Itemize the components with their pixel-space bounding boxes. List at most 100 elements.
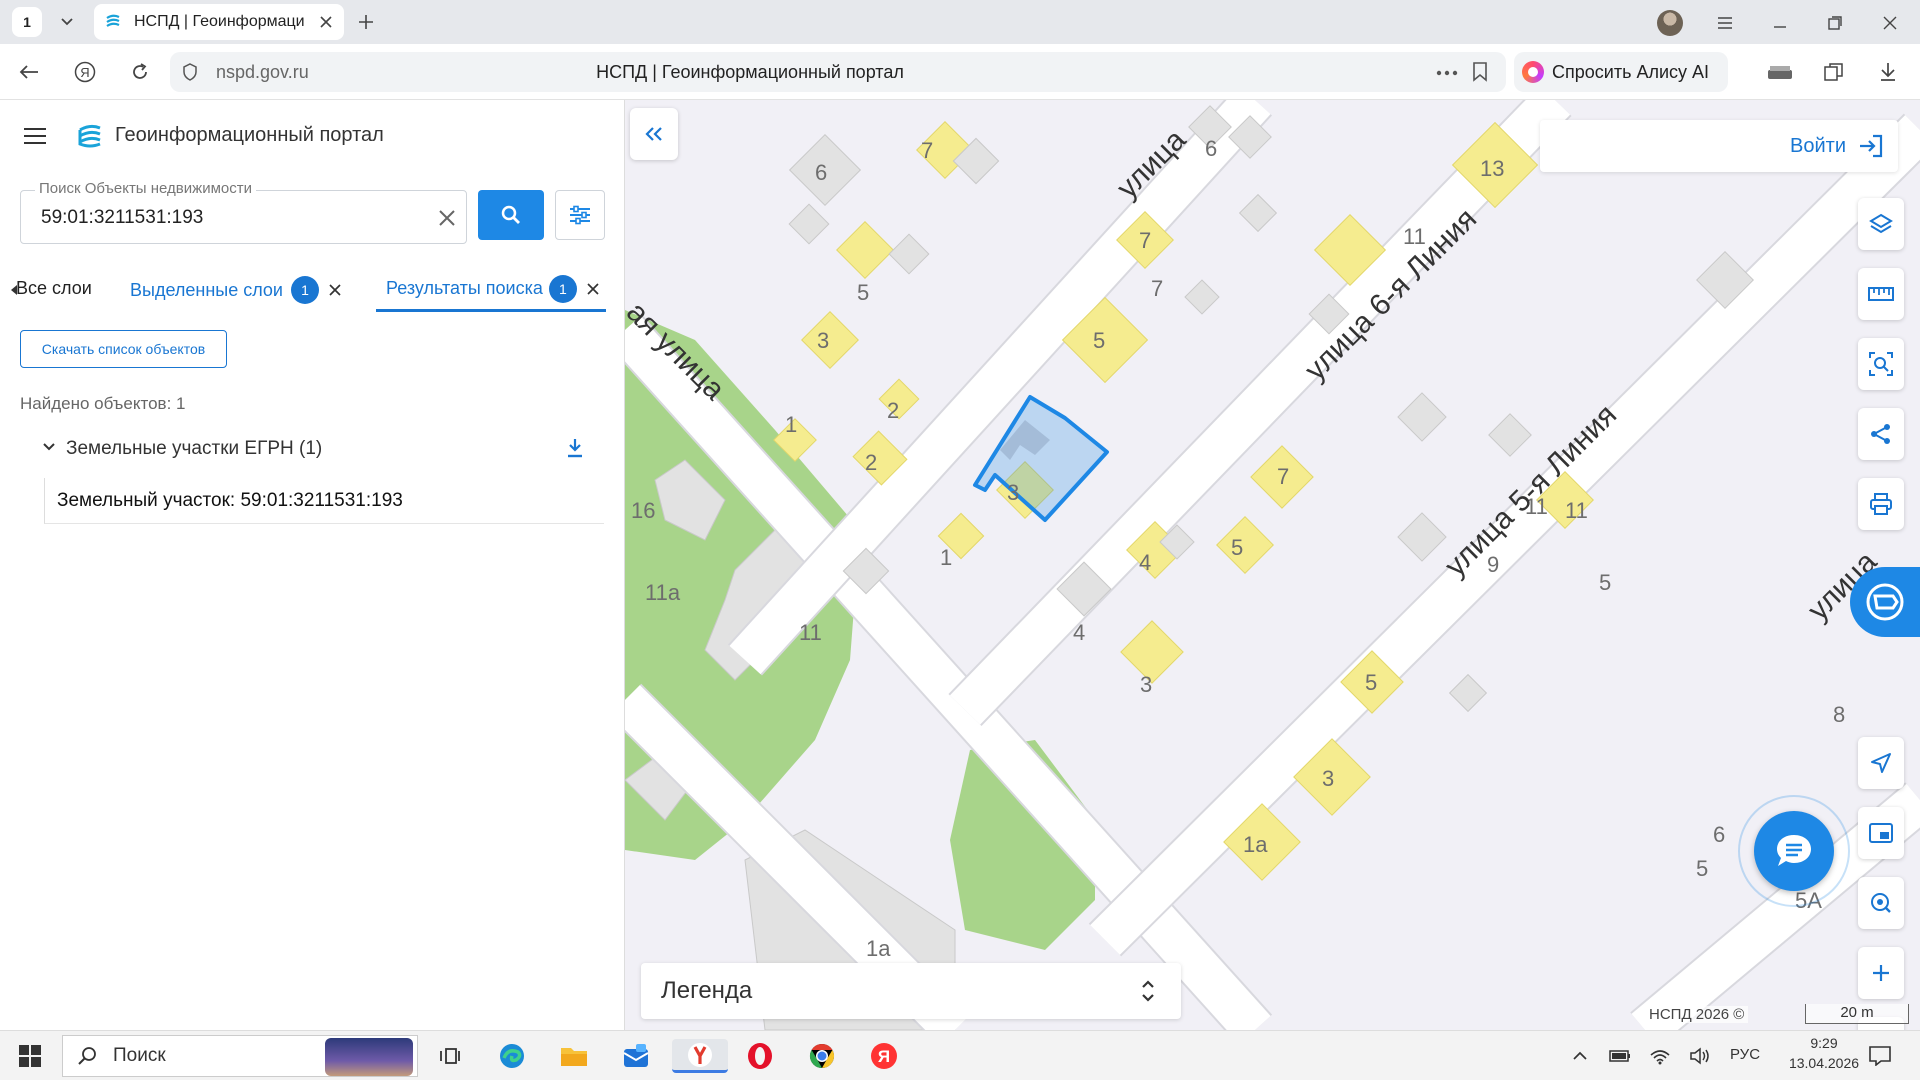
- collapse-panel-button[interactable]: [630, 108, 678, 160]
- house-number: 1: [785, 412, 797, 437]
- opera-icon: [748, 1043, 772, 1069]
- close-tab-icon[interactable]: [320, 16, 332, 28]
- expand-collapse-icon[interactable]: [1141, 977, 1155, 1005]
- tab-all-layers[interactable]: Все слои: [0, 268, 100, 312]
- found-count: Найдено объектов: 1: [20, 394, 186, 413]
- house-number: 5: [1231, 535, 1243, 560]
- search-filters-button[interactable]: [555, 190, 605, 240]
- more-icon[interactable]: [1436, 70, 1458, 76]
- map-view[interactable]: 7 6 6 7 11 13 5 5 3 1 2 2 3 1 7 5 7 5 4 …: [625, 100, 1920, 1030]
- page-title: НСПД | Геоинформационный портал: [596, 62, 904, 82]
- reload-icon[interactable]: [125, 58, 155, 86]
- house-number: 1: [940, 545, 952, 570]
- show-hidden-icons[interactable]: [1566, 1039, 1594, 1073]
- taskbar-chrome[interactable]: [804, 1039, 840, 1073]
- browser-menu-icon[interactable]: [1712, 10, 1738, 36]
- house-number: 4: [1139, 550, 1151, 575]
- filter-sliders-icon: [570, 205, 590, 225]
- taskbar-search[interactable]: Поиск: [62, 1035, 418, 1077]
- svg-text:Я: Я: [80, 65, 89, 80]
- taskbar-mail[interactable]: [618, 1039, 654, 1073]
- download-list-button[interactable]: Скачать список объектов: [20, 330, 227, 368]
- geo-search-button[interactable]: [1858, 877, 1904, 929]
- feedback-button[interactable]: [1850, 567, 1920, 637]
- taskbar-explorer[interactable]: [556, 1039, 592, 1073]
- close-selected-layers-icon[interactable]: [329, 284, 341, 296]
- house-number: 7: [921, 138, 933, 163]
- share-button[interactable]: [1858, 408, 1904, 460]
- locate-button[interactable]: [1858, 737, 1904, 789]
- profile-avatar[interactable]: [1657, 10, 1683, 36]
- yandex-browser-icon: [688, 1042, 712, 1067]
- hamburger-menu-icon[interactable]: [20, 122, 50, 150]
- tab-counter[interactable]: 1: [12, 7, 42, 37]
- minimap-button[interactable]: [1858, 807, 1904, 859]
- clear-search-icon[interactable]: [439, 210, 455, 226]
- house-number: 1а: [1243, 832, 1268, 857]
- chat-button[interactable]: [1754, 811, 1834, 891]
- map-copyright: НСПД 2026 ©: [1645, 1006, 1749, 1023]
- tab-title: НСПД | Геоинформаци: [134, 13, 305, 30]
- start-button[interactable]: [12, 1039, 48, 1073]
- house-number: 1а: [866, 936, 891, 961]
- house-number: 5: [857, 280, 869, 305]
- house-number: 5: [1093, 328, 1105, 353]
- legend-panel[interactable]: Легенда: [641, 963, 1181, 1019]
- group-header[interactable]: Земельные участки ЕГРН (1): [36, 428, 596, 468]
- tab-search-results[interactable]: Результаты поиска 1: [376, 268, 606, 312]
- volume-icon[interactable]: [1686, 1039, 1714, 1073]
- ruler-button[interactable]: [1858, 268, 1904, 320]
- tab-selected-layers[interactable]: Выделенные слои 1: [130, 268, 341, 312]
- bookmark-icon[interactable]: [1472, 62, 1488, 82]
- download-icon[interactable]: [566, 438, 584, 458]
- house-number: 7: [1139, 228, 1151, 253]
- downloads-icon[interactable]: [1872, 58, 1904, 86]
- new-tab-icon[interactable]: [352, 8, 380, 36]
- mail-app-icon: [623, 1044, 649, 1067]
- ruler-icon: [1868, 287, 1894, 301]
- taskbar-opera[interactable]: [742, 1039, 778, 1073]
- close-search-results-icon[interactable]: [587, 282, 599, 295]
- legend-label: Легенда: [661, 977, 753, 1004]
- minimize-icon[interactable]: [1767, 10, 1793, 36]
- login-button[interactable]: Войти: [1540, 120, 1898, 172]
- close-window-icon[interactable]: [1877, 10, 1903, 36]
- layers-icon: [1869, 213, 1893, 234]
- result-list-item[interactable]: Земельный участок: 59:01:3211531:193: [44, 478, 604, 524]
- yandex-icon[interactable]: Я: [70, 58, 100, 86]
- taskbar-yandex-browser[interactable]: [672, 1039, 728, 1073]
- url-field[interactable]: nspd.gov.ru НСПД | Геоинформационный пор…: [170, 52, 1506, 92]
- battery-icon[interactable]: [1606, 1039, 1634, 1073]
- search-input[interactable]: Поиск Объекты недвижимости 59:01:3211531…: [20, 180, 467, 244]
- layers-button[interactable]: [1858, 198, 1904, 250]
- wifi-icon[interactable]: [1646, 1039, 1674, 1073]
- select-area-button[interactable]: [1858, 338, 1904, 390]
- zoom-in-button[interactable]: [1858, 947, 1904, 999]
- extension-icon[interactable]: [1764, 58, 1796, 86]
- chevron-down-icon[interactable]: [42, 442, 56, 452]
- back-icon[interactable]: [14, 58, 44, 86]
- clock-date: 13.04.2026: [1788, 1055, 1860, 1071]
- alice-button[interactable]: Спросить Алису AI: [1514, 52, 1728, 92]
- map-canvas[interactable]: 7 6 6 7 11 13 5 5 3 1 2 2 3 1 7 5 7 5 4 …: [625, 100, 1920, 1030]
- plus-icon: [1873, 965, 1889, 981]
- collections-icon[interactable]: [1818, 58, 1850, 86]
- notifications-button[interactable]: [1862, 1039, 1898, 1073]
- task-view-button[interactable]: [432, 1039, 468, 1073]
- house-number: 8: [1833, 702, 1845, 727]
- clock[interactable]: 9:29 13.04.2026: [1774, 1035, 1874, 1071]
- print-button[interactable]: [1858, 478, 1904, 530]
- input-language[interactable]: РУС: [1730, 1046, 1760, 1063]
- search-button[interactable]: [478, 190, 544, 240]
- active-tab[interactable]: НСПД | Геоинформаци: [94, 4, 344, 40]
- chrome-icon: [809, 1044, 835, 1068]
- house-number: 6: [1713, 822, 1725, 847]
- restore-icon[interactable]: [1822, 10, 1848, 36]
- portal-logo-icon: [76, 122, 104, 150]
- feedback-icon: [1866, 583, 1904, 621]
- shield-icon: [183, 63, 197, 81]
- house-number: 6: [1205, 136, 1217, 161]
- taskbar-yandex[interactable]: Я: [866, 1039, 902, 1073]
- tabs-dropdown-icon[interactable]: [52, 7, 82, 37]
- taskbar-edge[interactable]: [494, 1039, 530, 1073]
